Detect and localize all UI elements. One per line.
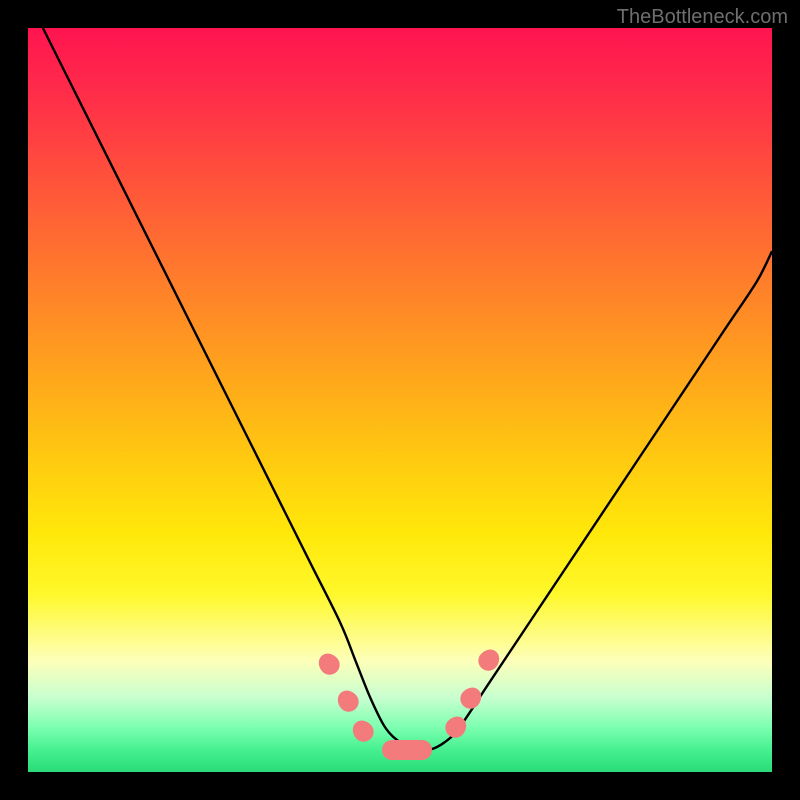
data-marker — [456, 683, 485, 713]
watermark-text: TheBottleneck.com — [617, 6, 788, 29]
data-marker — [333, 686, 362, 716]
data-marker — [475, 646, 504, 676]
markers-layer — [28, 28, 772, 772]
data-marker — [348, 716, 377, 746]
data-marker — [382, 740, 432, 760]
data-marker — [441, 713, 470, 743]
data-marker — [315, 649, 344, 679]
chart-plot-area — [28, 28, 772, 772]
